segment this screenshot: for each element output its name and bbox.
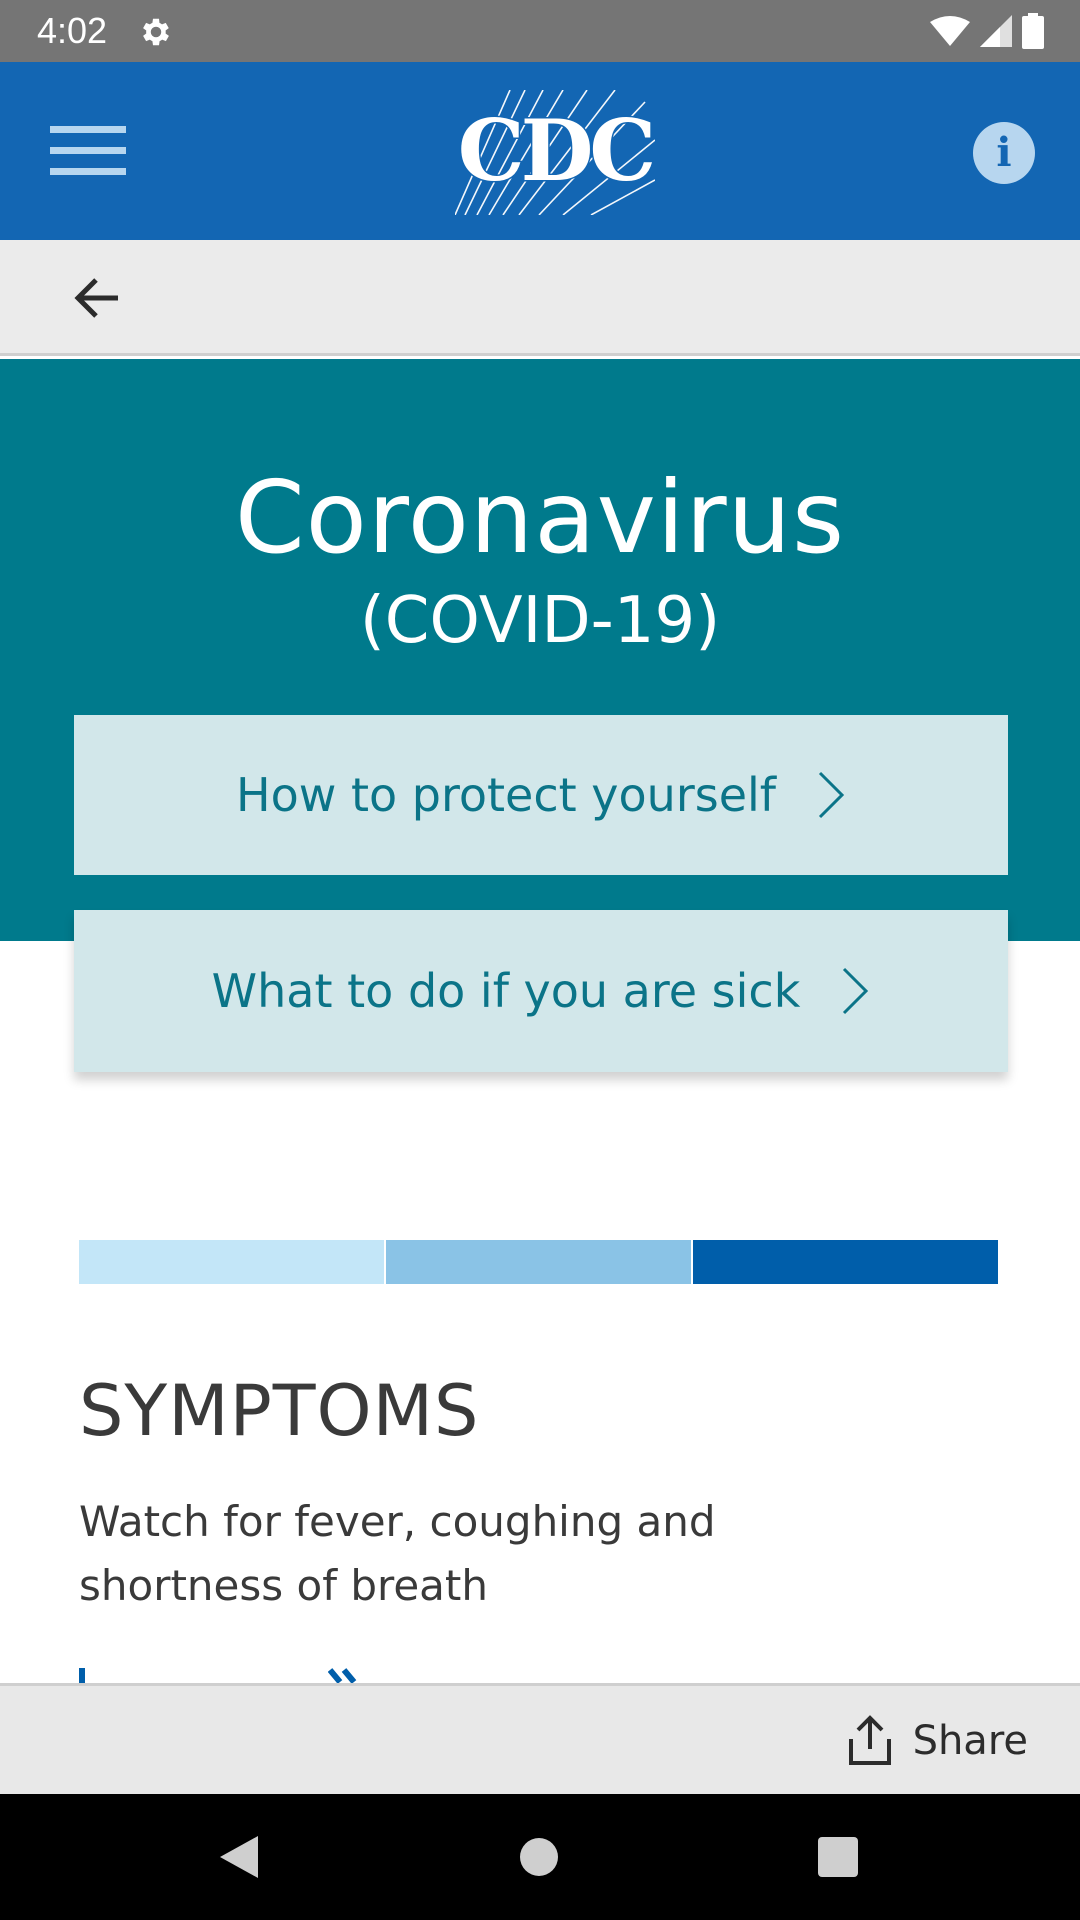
recents-square-icon[interactable] (818, 1837, 858, 1877)
action-label: How to protect yourself (236, 768, 776, 822)
app-bar: CDC i (0, 62, 1080, 240)
section-color-strip (79, 1240, 998, 1284)
if-sick-button[interactable]: What to do if you are sick (74, 910, 1008, 1072)
settings-gear-icon (143, 18, 169, 46)
cdc-logo: CDC (455, 90, 655, 215)
page-subtitle: (COVID-19) (359, 584, 721, 658)
chevron-right-icon (818, 771, 845, 819)
info-icon[interactable]: i (973, 122, 1035, 184)
cell-signal-icon (980, 15, 1012, 47)
share-button[interactable]: Share (847, 1714, 1028, 1768)
share-label: Share (912, 1718, 1028, 1764)
hamburger-menu-icon[interactable] (50, 126, 126, 176)
share-bar: Share (0, 1683, 1080, 1794)
action-label: What to do if you are sick (211, 964, 801, 1018)
status-bar: 4:02 (0, 0, 1080, 62)
learn-more-link-partial[interactable] (79, 1668, 85, 1684)
chevron-right-icon (843, 967, 869, 1015)
wifi-icon (930, 16, 970, 46)
color-strip-segment (386, 1240, 691, 1284)
status-indicators (930, 12, 1044, 50)
symptoms-description: Watch for fever, coughing and shortness … (79, 1497, 716, 1610)
status-time: 4:02 (37, 10, 108, 51)
color-strip-segment (79, 1240, 384, 1284)
battery-icon (1022, 13, 1044, 49)
home-circle-icon[interactable] (520, 1838, 558, 1876)
back-triangle-icon[interactable] (218, 1834, 260, 1880)
navigation-bar (0, 240, 1080, 356)
system-navigation-bar (0, 1794, 1080, 1920)
symptoms-heading: SYMPTOMS (79, 1370, 480, 1452)
protect-yourself-button[interactable]: How to protect yourself (74, 715, 1008, 875)
arrow-left-icon[interactable] (72, 274, 124, 322)
cdc-logo-text: CDC (458, 101, 653, 200)
color-strip-segment (693, 1240, 998, 1284)
share-icon (848, 1715, 891, 1765)
page-title: Coronavirus (234, 459, 846, 576)
